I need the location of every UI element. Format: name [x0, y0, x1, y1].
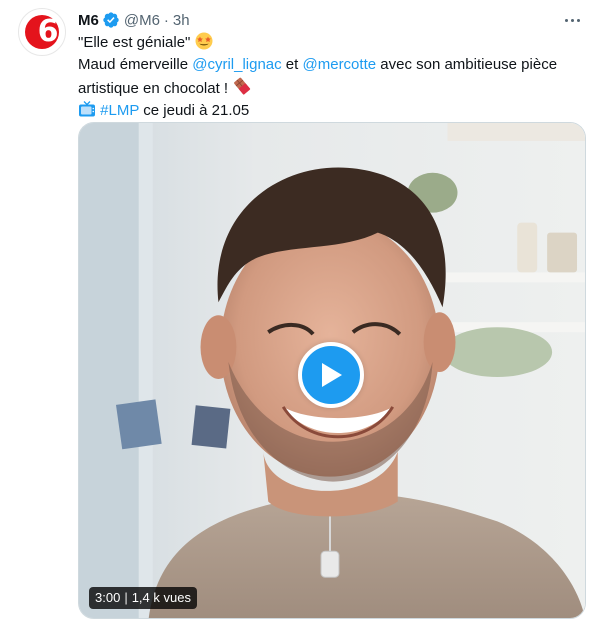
- tweet-line-4: #LMP ce jeudi à 21.05: [78, 100, 588, 122]
- tweet-line-1: "Elle est géniale": [78, 32, 588, 54]
- tv-emoji-icon: [79, 101, 95, 117]
- video-duration-badge: 3:00 | 1,4 k vues: [89, 587, 197, 609]
- separator-dot: ·: [163, 11, 169, 29]
- mention-mercotte[interactable]: @mercotte: [303, 56, 377, 73]
- mention-cyril-lignac[interactable]: @cyril_lignac: [192, 56, 281, 73]
- play-button[interactable]: [298, 342, 364, 408]
- text-segment: Maud émerveille: [78, 56, 193, 73]
- account-name[interactable]: M6: [78, 12, 99, 29]
- avatar[interactable]: 6: [18, 8, 66, 56]
- text-segment: et: [281, 56, 303, 73]
- more-options-icon[interactable]: [560, 8, 584, 32]
- text-segment: avec son ambitieuse pièce: [376, 56, 558, 73]
- account-handle[interactable]: @M6: [124, 12, 160, 29]
- quote-text: "Elle est géniale": [78, 34, 191, 51]
- play-icon: [322, 363, 342, 387]
- tweet-time[interactable]: 3h: [173, 12, 190, 29]
- verified-badge-icon: [103, 12, 119, 28]
- tweet-line-3: artistique en chocolat !: [78, 76, 588, 100]
- video-player[interactable]: 3:00 | 1,4 k vues: [78, 122, 586, 619]
- tweet-text: "Elle est géniale" Maud émerveille @cyri…: [78, 32, 588, 122]
- video-duration: 3:00: [95, 590, 121, 605]
- text-segment: artistique en chocolat !: [78, 80, 233, 97]
- tweet-header: M6 @M6 · 3h: [78, 10, 190, 30]
- m6-logo-icon: 6: [25, 15, 59, 49]
- avatar-label: 6: [37, 14, 59, 49]
- star-struck-emoji-icon: [195, 32, 213, 50]
- video-views: 1,4 k vues: [131, 590, 191, 605]
- tweet[interactable]: 6 M6 @M6 · 3h "Elle est géniale" Maud ém…: [0, 0, 600, 627]
- chocolate-bar-emoji-icon: [234, 77, 251, 95]
- tweet-line-2: Maud émerveille @cyril_lignac et @mercot…: [78, 54, 588, 76]
- badge-separator: |: [124, 590, 128, 605]
- hashtag-lmp[interactable]: #LMP: [100, 102, 139, 119]
- text-segment: ce jeudi à 21.05: [139, 102, 250, 119]
